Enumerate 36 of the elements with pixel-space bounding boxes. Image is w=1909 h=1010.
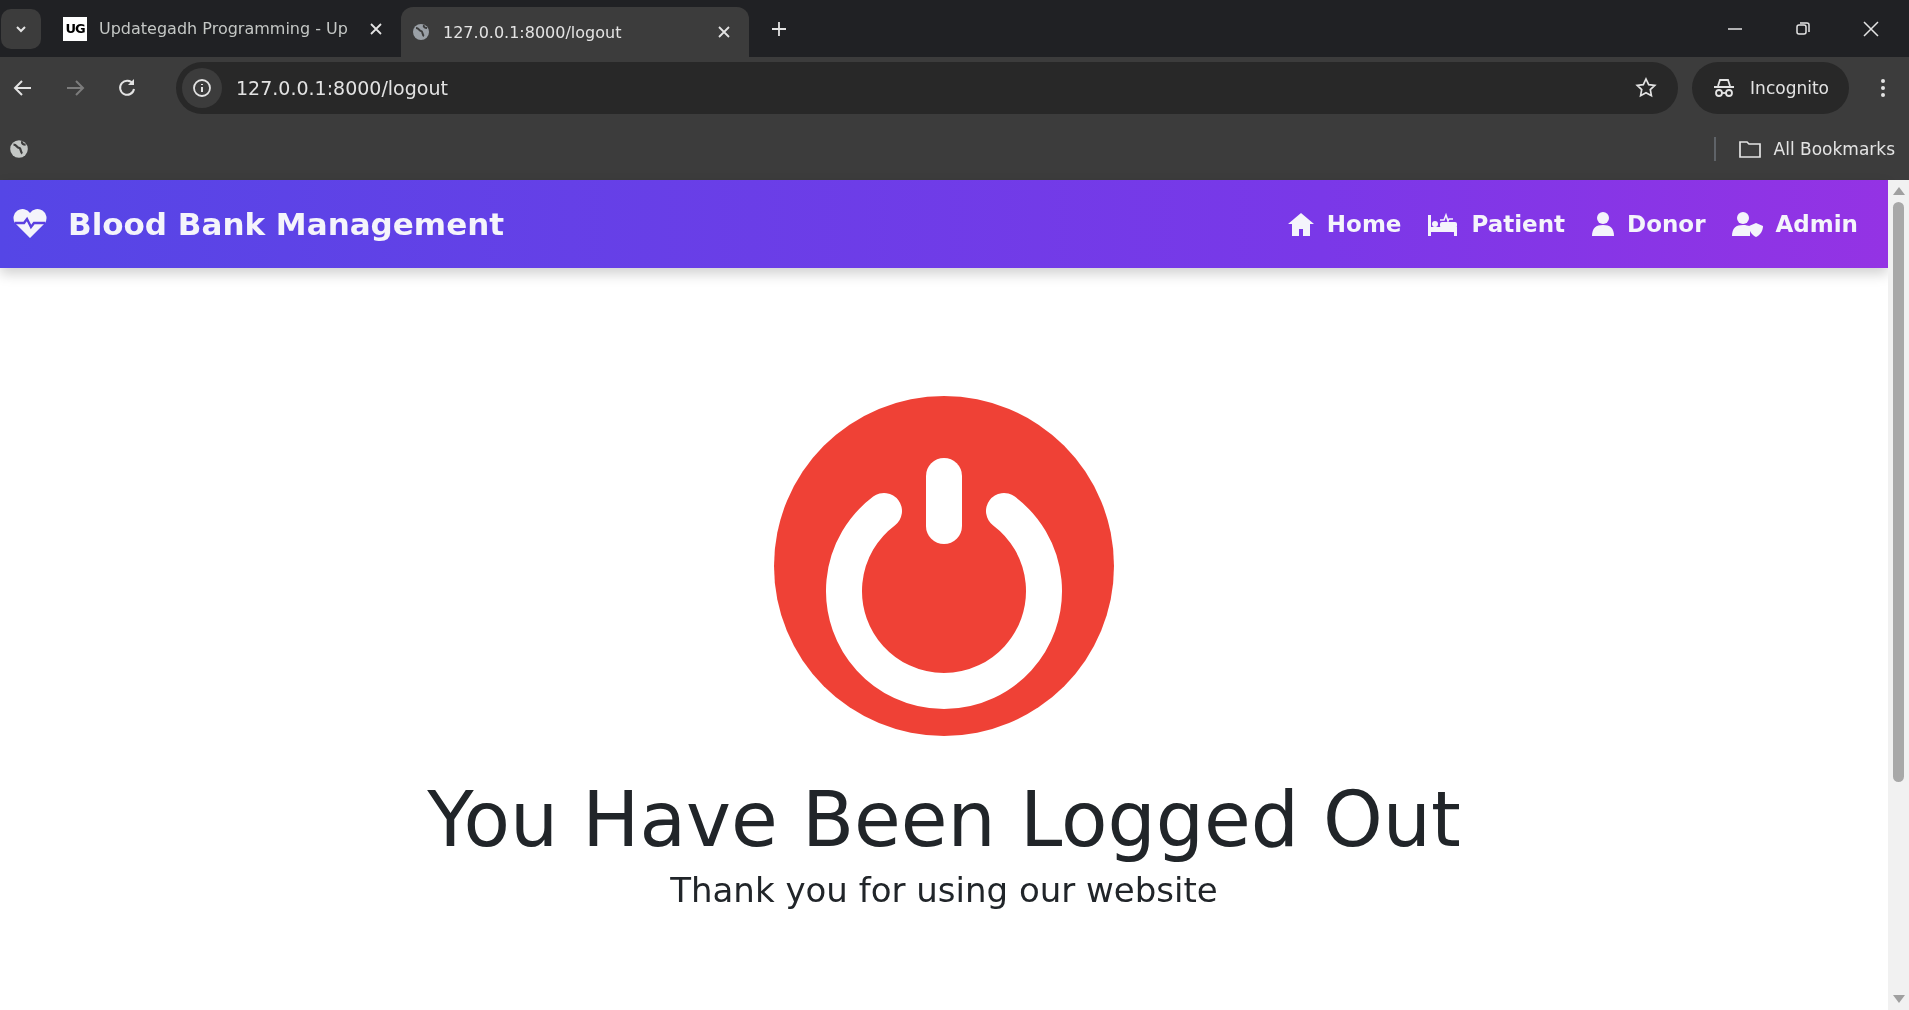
close-icon[interactable] [369,21,383,36]
nav-link[interactable]: Donor [1591,211,1706,237]
scrollbar[interactable] [1888,180,1909,1010]
all-bookmarks-button[interactable]: All Bookmarks [1737,139,1895,159]
new-tab-icon[interactable] [771,20,787,37]
profile-button[interactable]: Incognito [1692,61,1849,114]
site-logo: UG [63,16,87,41]
scrollbar-thumb[interactable] [1893,202,1904,782]
star-icon[interactable] [1634,75,1659,100]
user-shield-icon [1731,211,1764,237]
close-icon[interactable] [1863,20,1879,37]
globe-icon [411,22,431,42]
nav-link[interactable]: Admin [1731,211,1858,237]
folder-icon [1737,139,1762,159]
menu-icon[interactable] [1879,76,1887,99]
browser-tab[interactable]: UG Updategadh Programming - Up [53,0,401,57]
logout-subtitle: Thank you for using our website [670,869,1218,910]
nav-link[interactable]: Patient [1427,211,1566,237]
incognito-icon [1712,76,1737,99]
home-icon [1286,211,1315,237]
globe-icon[interactable] [8,138,30,160]
nav-link[interactable]: Home [1286,211,1402,237]
logout-heading: You Have Been Logged Out [427,778,1461,862]
url-text: 127.0.0.1:8000/logout [236,76,448,99]
close-icon[interactable] [717,25,731,39]
brand-link[interactable]: Blood Bank Management [12,206,505,242]
tab-title: Updategadh Programming - Up [99,19,349,38]
tab-title: 127.0.0.1:8000/logout [443,22,623,42]
info-icon[interactable] [192,77,212,98]
restore-icon[interactable] [1795,20,1811,37]
browser-tab[interactable]: 127.0.0.1:8000/logout [401,7,749,57]
heartbeat-icon [12,208,48,240]
user-icon [1591,211,1616,237]
bed-icon [1427,211,1460,237]
power-icon [774,396,1114,736]
address-bar[interactable]: 127.0.0.1:8000/logout [176,61,1679,114]
